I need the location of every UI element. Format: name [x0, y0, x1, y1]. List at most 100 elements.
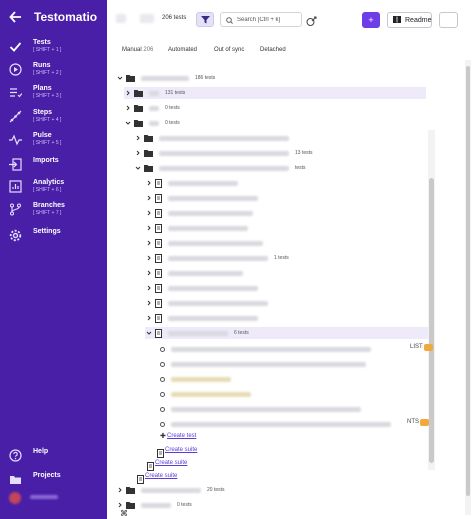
readme-label: Readme [405, 16, 432, 24]
tree-scrollbar-thumb[interactable] [429, 178, 434, 463]
chevron-right-icon[interactable] [145, 224, 153, 232]
file-name [168, 180, 238, 186]
user-name [30, 495, 58, 499]
suite-row[interactable]: tests [134, 162, 426, 174]
sidebar-item-help[interactable]: Help [8, 447, 48, 462]
create-suite-link[interactable]: Create suite [165, 447, 197, 453]
suite-count: 186 tests [195, 75, 216, 81]
test-title-tail: NTS [407, 419, 419, 425]
sidebar-item-runs[interactable]: Runs[ SHIFT + 2 ] [8, 61, 61, 77]
sidebar-item-tests[interactable]: Tests[ SHIFT + 1 ] [8, 38, 61, 54]
sidebar-item-settings[interactable]: Settings [8, 227, 61, 242]
chevron-right-icon[interactable] [145, 269, 153, 277]
tab-label: Out of sync [214, 47, 245, 53]
suite-row[interactable]: 0 tests [116, 499, 426, 511]
chevron-right-icon[interactable] [134, 134, 142, 142]
suite-row[interactable] [134, 132, 426, 144]
sidebar-item-plans[interactable]: Plans[ SHIFT + 3 ] [8, 84, 61, 100]
chevron-right-icon[interactable] [116, 501, 124, 509]
more-button[interactable] [439, 12, 458, 28]
sidebar-item-label: Tests [33, 39, 51, 46]
chevron-right-icon[interactable] [145, 239, 153, 247]
filter-icon [200, 11, 210, 29]
chevron-right-icon[interactable] [145, 179, 153, 187]
file-row[interactable] [145, 267, 426, 279]
readme-button[interactable]: Readme [387, 12, 432, 28]
chevron-right-icon[interactable] [145, 314, 153, 322]
sidebar-item-shortcut: [ SHIFT + 3 ] [33, 93, 62, 99]
file-icon [155, 328, 162, 338]
test-row[interactable] [160, 388, 426, 400]
file-row[interactable] [145, 222, 426, 234]
suite-row[interactable]: 186 tests [116, 72, 426, 84]
add-button[interactable]: + [362, 12, 380, 28]
chevron-down-icon[interactable] [124, 119, 132, 127]
tab-manual[interactable]: Manual 206 [122, 47, 153, 53]
file-row[interactable]: 1 tests [145, 252, 426, 264]
file-row[interactable] [145, 282, 426, 294]
pulse-icon [8, 132, 22, 146]
file-row[interactable] [145, 237, 426, 249]
file-icon [157, 445, 164, 458]
page-scrollbar-thumb[interactable] [466, 66, 470, 496]
analytics-icon [8, 179, 22, 193]
test-row[interactable] [160, 418, 426, 430]
create-suite-link[interactable]: Create suite [145, 473, 177, 479]
chevron-right-icon[interactable] [124, 89, 132, 97]
suite-count: 20 tests [207, 487, 225, 493]
suite-row[interactable]: 13 tests [134, 147, 426, 159]
chevron-right-icon[interactable] [145, 284, 153, 292]
sidebar-item-analytics[interactable]: Analytics[ SHIFT + 6 ] [8, 178, 64, 194]
chevron-right-icon[interactable] [134, 149, 142, 157]
sidebar-item-branches[interactable]: Branches[ SHIFT + 7 ] [8, 201, 65, 217]
suite-row[interactable]: 0 tests [124, 117, 426, 129]
sidebar-item-shortcut: [ SHIFT + 1 ] [33, 47, 62, 53]
test-name [171, 346, 371, 352]
suite-row[interactable]: 131 tests [124, 87, 426, 99]
create-test-link[interactable]: Create test [167, 433, 196, 439]
sidebar: Testomatio Tests[ SHIFT + 1 ] Runs[ SHIF… [0, 0, 107, 519]
chevron-right-icon[interactable] [145, 209, 153, 217]
create-suite-link[interactable]: Create suite [155, 460, 187, 466]
suite-row[interactable]: 0 tests [124, 102, 426, 114]
file-row-selected[interactable]: 6 tests [145, 327, 428, 339]
tab-out-of-sync[interactable]: Out of sync [214, 47, 244, 53]
chevron-right-icon[interactable] [145, 194, 153, 202]
sidebar-item-steps[interactable]: Steps[ SHIFT + 4 ] [8, 108, 61, 124]
back-arrow-icon[interactable] [8, 9, 24, 25]
search-input[interactable] [237, 16, 299, 23]
file-row[interactable] [145, 177, 426, 189]
bulk-edit-icon[interactable] [306, 14, 318, 26]
sidebar-item-projects[interactable]: Projects [8, 471, 61, 486]
test-tag [420, 419, 429, 426]
grid-icon[interactable]: ⌘ [120, 509, 128, 518]
tab-automated[interactable]: Automated [168, 47, 197, 53]
list-check-icon [8, 85, 22, 99]
chevron-down-icon[interactable] [116, 74, 124, 82]
search-box[interactable] [220, 12, 302, 27]
chevron-right-icon[interactable] [116, 486, 124, 494]
chevron-right-icon[interactable] [145, 254, 153, 262]
tab-detached[interactable]: Detached [260, 47, 286, 53]
test-row[interactable] [160, 358, 426, 370]
user-avatar[interactable] [9, 492, 21, 504]
test-row[interactable] [160, 343, 426, 355]
sidebar-item-imports[interactable]: Imports [8, 156, 59, 171]
project-meta-blur [140, 14, 154, 23]
suite-row[interactable]: 20 tests [116, 484, 426, 496]
file-row[interactable] [145, 297, 426, 309]
file-row[interactable] [145, 192, 426, 204]
file-row[interactable] [145, 312, 426, 324]
file-row[interactable] [145, 207, 426, 219]
check-icon [8, 39, 22, 53]
chevron-right-icon[interactable] [145, 299, 153, 307]
test-row[interactable] [160, 373, 426, 385]
sidebar-item-pulse[interactable]: Pulse[ SHIFT + 5 ] [8, 131, 61, 147]
chevron-down-icon[interactable] [134, 164, 142, 172]
chevron-right-icon[interactable] [124, 104, 132, 112]
sidebar-item-label: Plans [33, 85, 52, 92]
filter-button[interactable] [196, 12, 214, 27]
test-row[interactable] [160, 403, 426, 415]
chevron-down-icon[interactable] [145, 329, 153, 337]
suite-name [141, 75, 189, 81]
